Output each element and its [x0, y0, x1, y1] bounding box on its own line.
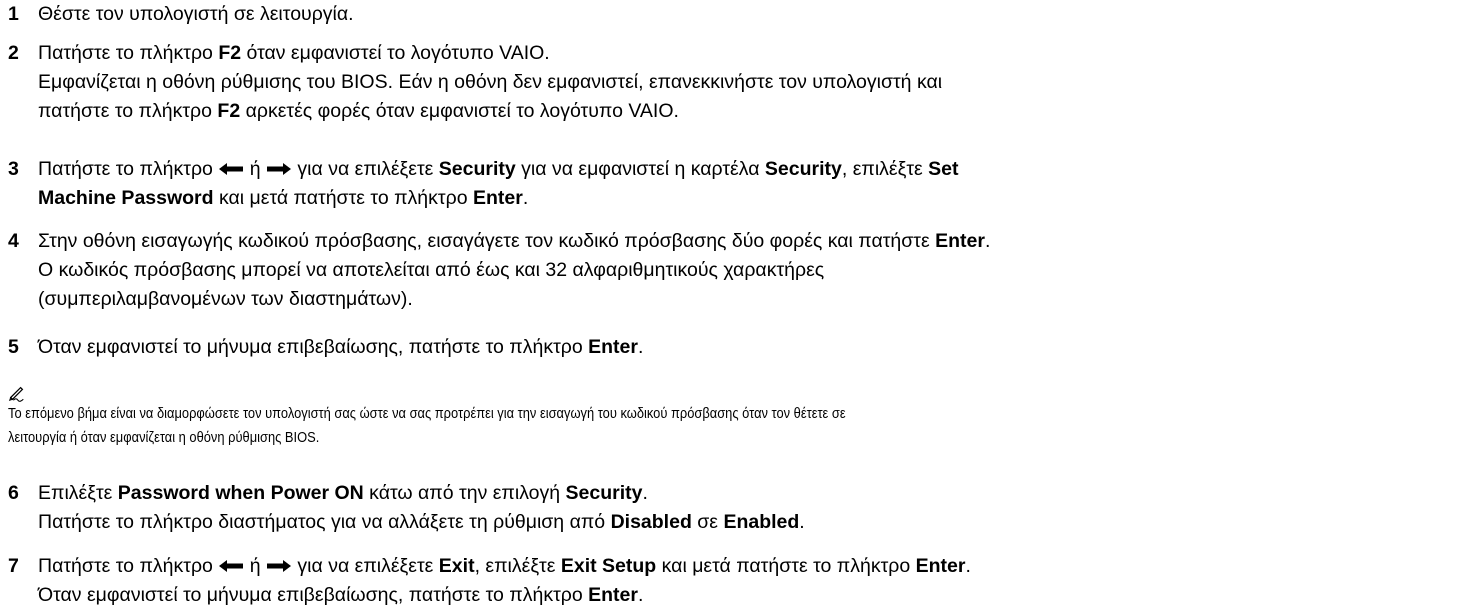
- bold-term: Security: [438, 158, 516, 180]
- step-line: Όταν εμφανιστεί το μήνυμα επιβεβαίωσης, …: [38, 333, 1458, 362]
- step-line: Πατήστε το πλήκτρο ή για να επιλέξετε Ex…: [38, 552, 1458, 581]
- step-text-run: .: [638, 584, 644, 606]
- bold-term: Exit: [438, 555, 475, 577]
- step-text: Πατήστε το πλήκτρο ή για να επιλέξετε Se…: [38, 155, 1458, 213]
- bold-term: Enter: [588, 336, 638, 358]
- step-line: Πατήστε το πλήκτρο διαστήματος για να αλ…: [38, 508, 1458, 537]
- step-text-run: κάτω από την επιλογή: [363, 482, 566, 504]
- step-text: Θέστε τον υπολογιστή σε λειτουργία.: [38, 0, 1458, 29]
- step-line: Εμφανίζεται η οθόνη ρύθμισης του BIOS. Ε…: [38, 68, 1458, 97]
- step-text-run: Ο κωδικός πρόσβασης μπορεί να αποτελείτα…: [38, 259, 825, 281]
- step-line: Ο κωδικός πρόσβασης μπορεί να αποτελείτα…: [38, 256, 1458, 285]
- bold-term: Password when Power ON: [117, 482, 364, 504]
- step-text-run: Πατήστε το πλήκτρο διαστήματος για να αλ…: [38, 511, 611, 533]
- step-2: 2 Πατήστε το πλήκτρο F2 όταν εμφανιστεί …: [8, 39, 1458, 126]
- step-text-run: όταν εμφανιστεί το λογότυπο VAIO.: [241, 42, 550, 64]
- bold-term: Exit Setup: [560, 555, 657, 577]
- bold-term: Set: [928, 158, 959, 180]
- step-number: 3: [8, 158, 19, 180]
- step-text-run: Εμφανίζεται η οθόνη ρύθμισης του BIOS. Ε…: [38, 71, 943, 93]
- bold-term: F2: [217, 100, 241, 122]
- step-text: Πατήστε το πλήκτρο ή για να επιλέξετε Ex…: [38, 552, 1458, 610]
- step-text-run: , επιλέξτε: [474, 555, 561, 577]
- note-pen-icon: [8, 386, 24, 402]
- step-number: 7: [8, 555, 19, 577]
- step-text-run: Όταν εμφανιστεί το μήνυμα επιβεβαίωσης, …: [38, 584, 589, 606]
- step-text: Πατήστε το πλήκτρο F2 όταν εμφανιστεί το…: [38, 39, 1458, 126]
- step-text-run: και μετά πατήστε το πλήκτρο: [213, 187, 473, 209]
- step-text-run: ή: [244, 158, 266, 180]
- step-number: 1: [8, 3, 19, 25]
- bold-term: Machine Password: [38, 187, 214, 209]
- bold-term: Enter: [915, 555, 966, 577]
- step-text-run: Επιλέξτε: [38, 482, 118, 504]
- step-text-run: για να εμφανιστεί η καρτέλα: [515, 158, 765, 180]
- step-6: 6 Επιλέξτε Password when Power ON κάτω α…: [8, 479, 1458, 537]
- instruction-page: 1 Θέστε τον υπολογιστή σε λειτουργία. 2 …: [0, 0, 1475, 616]
- step-text-run: Θέστε τον υπολογιστή σε λειτουργία.: [38, 3, 354, 25]
- step-line: Machine Password και μετά πατήστε το πλή…: [38, 184, 1458, 213]
- step-text: Όταν εμφανιστεί το μήνυμα επιβεβαίωσης, …: [38, 333, 1458, 362]
- step-text-run: .: [799, 511, 805, 533]
- note-line: λειτουργία ή όταν εμφανίζεται η οθόνη ρύ…: [8, 429, 320, 446]
- step-text-run: πατήστε το πλήκτρο: [38, 100, 218, 122]
- step-text-run: Όταν εμφανιστεί το μήνυμα επιβεβαίωσης, …: [38, 336, 589, 358]
- left-arrow-icon: [219, 163, 244, 175]
- step-number: 2: [8, 42, 19, 64]
- step-text-run: για να επιλέξετε: [292, 158, 439, 180]
- bold-term: Enter: [935, 230, 985, 252]
- step-text-run: και μετά πατήστε το πλήκτρο: [656, 555, 916, 577]
- step-text: Στην οθόνη εισαγωγής κωδικού πρόσβασης, …: [38, 227, 1458, 314]
- step-text-run: .: [984, 230, 991, 252]
- step-line: Πατήστε το πλήκτρο F2 όταν εμφανιστεί το…: [38, 39, 1458, 68]
- step-number: 5: [8, 336, 19, 358]
- bold-term: Enter: [588, 584, 638, 606]
- step-line: Όταν εμφανιστεί το μήνυμα επιβεβαίωσης, …: [38, 581, 1458, 610]
- step-1: 1 Θέστε τον υπολογιστή σε λειτουργία.: [8, 0, 1458, 29]
- step-text-run: .: [638, 336, 644, 358]
- step-text-run: Πατήστε το πλήκτρο: [38, 158, 219, 180]
- bold-term: Disabled: [610, 511, 692, 533]
- step-line: Πατήστε το πλήκτρο ή για να επιλέξετε Se…: [38, 155, 1458, 184]
- note-line: Το επόμενο βήμα είναι να διαμορφώσετε το…: [8, 405, 846, 422]
- step-text: Επιλέξτε Password when Power ON κάτω από…: [38, 479, 1458, 537]
- step-text-run: σε: [691, 511, 724, 533]
- step-7: 7 Πατήστε το πλήκτρο ή για να επιλέξετε …: [8, 552, 1458, 610]
- right-arrow-icon: [267, 163, 291, 175]
- left-arrow-icon: [219, 560, 244, 572]
- step-text-run: Πατήστε το πλήκτρο: [38, 555, 219, 577]
- bold-term: Enter: [472, 187, 523, 209]
- step-line: (συμπεριλαμβανομένων των διαστημάτων).: [38, 285, 1458, 314]
- step-text-run: .: [522, 187, 529, 209]
- step-line: πατήστε το πλήκτρο F2 αρκετές φορές όταν…: [38, 97, 1458, 126]
- step-number: 6: [8, 482, 19, 504]
- step-text-run: για να επιλέξετε: [292, 555, 439, 577]
- step-text-run: (συμπεριλαμβανομένων των διαστημάτων).: [38, 288, 413, 310]
- step-number: 4: [8, 230, 19, 252]
- bold-term: Security: [764, 158, 842, 180]
- bold-term: Enabled: [723, 511, 800, 533]
- step-text-run: αρκετές φορές όταν εμφανιστεί το λογότυπ…: [240, 100, 679, 122]
- step-line: Στην οθόνη εισαγωγής κωδικού πρόσβασης, …: [38, 227, 1458, 256]
- step-line: Επιλέξτε Password when Power ON κάτω από…: [38, 479, 1458, 508]
- right-arrow-icon: [267, 560, 291, 572]
- bold-term: Security: [565, 482, 643, 504]
- step-4: 4 Στην οθόνη εισαγωγής κωδικού πρόσβασης…: [8, 227, 1458, 314]
- note-block: Το επόμενο βήμα είναι να διαμορφώσετε το…: [8, 384, 1468, 450]
- step-line: Θέστε τον υπολογιστή σε λειτουργία.: [38, 0, 1458, 29]
- step-text-run: , επιλέξτε: [841, 158, 929, 180]
- step-text-run: Στην οθόνη εισαγωγής κωδικού πρόσβασης, …: [38, 230, 936, 252]
- bold-term: F2: [218, 42, 242, 64]
- step-text-run: Πατήστε το πλήκτρο: [38, 42, 219, 64]
- step-5: 5 Όταν εμφανιστεί το μήνυμα επιβεβαίωσης…: [8, 333, 1458, 362]
- step-3: 3 Πατήστε το πλήκτρο ή για να επιλέξετε …: [8, 155, 1458, 213]
- step-text-run: .: [642, 482, 648, 504]
- step-text-run: .: [965, 555, 971, 577]
- step-text-run: ή: [244, 555, 266, 577]
